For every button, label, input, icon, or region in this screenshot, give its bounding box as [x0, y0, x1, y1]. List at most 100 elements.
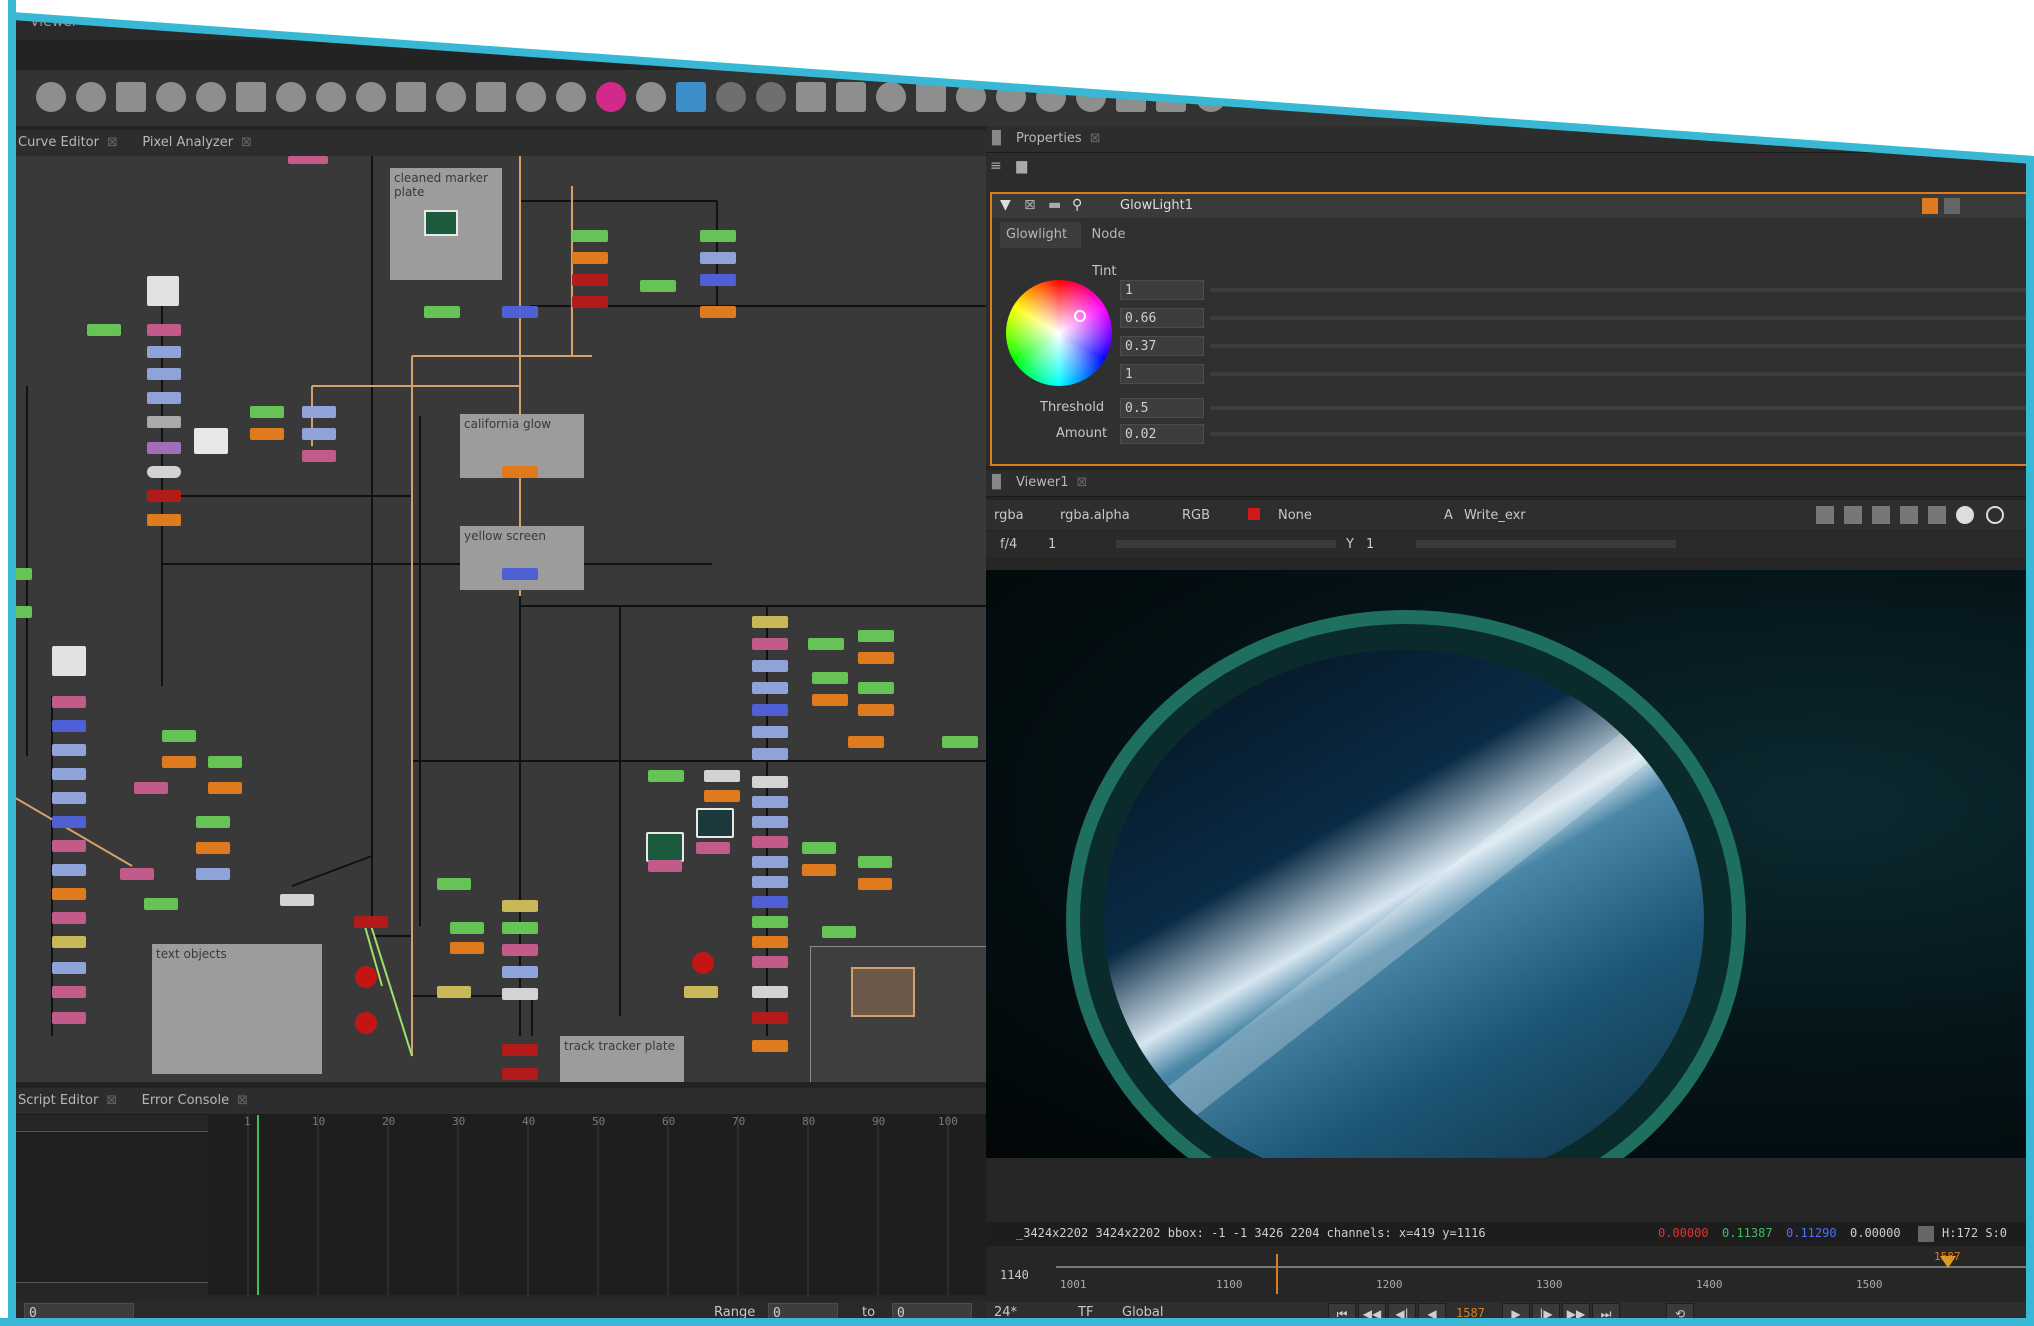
toolsets-icon[interactable] — [596, 82, 626, 112]
node-blue[interactable] — [302, 406, 336, 418]
keyer-icon[interactable] — [276, 82, 306, 112]
node-blue[interactable] — [52, 864, 86, 876]
frame-field[interactable]: 1587 — [1456, 1306, 1485, 1320]
node-green[interactable] — [208, 756, 242, 768]
node-purple[interactable] — [52, 986, 86, 998]
node-green[interactable] — [808, 638, 844, 650]
merge-node[interactable] — [355, 1012, 377, 1034]
viewer-option-icon[interactable] — [1928, 506, 1946, 524]
range-dropdown[interactable]: Global — [1122, 1305, 1163, 1320]
viewer-option-icon[interactable] — [1872, 506, 1890, 524]
node-red[interactable] — [502, 1044, 538, 1056]
prev-keyframe-button[interactable]: ◀◀ — [1358, 1303, 1386, 1325]
channel-icon[interactable] — [156, 82, 186, 112]
node-blue[interactable] — [752, 726, 788, 738]
furnace-icon[interactable] — [676, 82, 706, 112]
node-blue[interactable] — [752, 682, 788, 694]
node-purple[interactable] — [502, 944, 538, 956]
node-green[interactable] — [144, 898, 178, 910]
tint-r-slider[interactable] — [1210, 288, 2030, 292]
close-node-icon[interactable]: ⊠ — [1024, 197, 1036, 213]
node-green[interactable] — [640, 280, 676, 292]
node-blue[interactable] — [52, 768, 86, 780]
backdrop-yellow-screen[interactable]: yellow screen — [460, 526, 584, 590]
render-icon[interactable] — [1036, 82, 1066, 112]
tab-glowlight[interactable]: Glowlight — [1000, 222, 1082, 248]
merge-node[interactable] — [355, 966, 377, 988]
loop-button[interactable]: ⟲ — [1666, 1303, 1694, 1325]
metadata-icon[interactable] — [556, 82, 586, 112]
node-purple[interactable] — [752, 638, 788, 650]
lut-icon[interactable] — [876, 82, 906, 112]
node-name-field[interactable]: GlowLight1 — [1120, 198, 1193, 213]
node-blue[interactable] — [196, 868, 230, 880]
draw-icon[interactable] — [76, 82, 106, 112]
gamma-slider[interactable] — [1416, 540, 1676, 548]
colorspace-dropdown[interactable]: RGB — [1182, 508, 1210, 523]
node-orange[interactable] — [848, 736, 884, 748]
gamma-field[interactable]: 1 — [1366, 537, 1374, 552]
viewer-option-icon[interactable] — [1816, 506, 1834, 524]
ocio-icon[interactable] — [1196, 82, 1226, 112]
node-blue[interactable] — [752, 748, 788, 760]
particles-icon[interactable] — [436, 82, 466, 112]
threshold-field[interactable] — [1120, 398, 1204, 418]
tint-a-slider[interactable] — [1210, 372, 2030, 376]
play-backward-button[interactable]: ◀ — [1418, 1303, 1446, 1325]
viewer-node[interactable] — [194, 428, 228, 454]
node-green[interactable] — [858, 630, 894, 642]
tab-script-editor[interactable]: Script Editor ⊠ — [12, 1088, 131, 1114]
time-icon[interactable] — [116, 82, 146, 112]
node-green[interactable] — [802, 842, 836, 854]
minimize-icon[interactable]: ▬ — [1048, 197, 1061, 213]
node-green[interactable] — [700, 230, 736, 242]
minimap-viewport[interactable] — [851, 967, 915, 1017]
node-graph-minimap[interactable] — [810, 946, 986, 1082]
node-green[interactable] — [502, 922, 538, 934]
node-blue[interactable] — [52, 816, 86, 828]
node-blue[interactable] — [302, 428, 336, 440]
channel-dropdown[interactable]: rgba — [994, 508, 1024, 523]
node-orange[interactable] — [752, 1040, 788, 1052]
tab-viewer[interactable]: ▉ Viewer1 ⊠ — [986, 470, 1101, 496]
tint-g-field[interactable] — [1120, 308, 1204, 328]
node-orange[interactable] — [196, 842, 230, 854]
warp-icon[interactable] — [956, 82, 986, 112]
node-grey[interactable] — [752, 986, 788, 998]
node-purple[interactable] — [288, 156, 328, 164]
node-purple[interactable] — [134, 782, 168, 794]
node-blue[interactable] — [752, 876, 788, 888]
read-node[interactable] — [52, 646, 86, 676]
tint-b-slider[interactable] — [1210, 344, 2030, 348]
read-node[interactable] — [147, 276, 179, 306]
rgb-swatch[interactable] — [1248, 508, 1260, 520]
fstop-field[interactable]: f/4 — [1000, 537, 1017, 552]
node-red[interactable] — [752, 1012, 788, 1024]
node-green[interactable] — [752, 916, 788, 928]
node-orange[interactable] — [147, 514, 181, 526]
node-green[interactable] — [12, 606, 32, 618]
node-graph[interactable]: cleaned marker plate california glow yel… — [12, 156, 986, 1082]
dot-node[interactable] — [147, 466, 181, 478]
lock-icon[interactable]: ▆ — [1016, 158, 1027, 174]
timeline[interactable]: 1140 1587 1001 1100 1200 1300 1400 1500 — [986, 1250, 2034, 1300]
node-blue[interactable] — [147, 368, 181, 380]
node-blue[interactable] — [502, 306, 538, 318]
transform-icon[interactable] — [356, 82, 386, 112]
node-blue[interactable] — [52, 962, 86, 974]
next-frame-button[interactable]: |▶ — [1532, 1303, 1560, 1325]
node-green[interactable] — [572, 230, 608, 242]
node-grey[interactable] — [704, 770, 740, 782]
node-blue[interactable] — [700, 252, 736, 264]
node-purple[interactable] — [696, 842, 730, 854]
node-blue[interactable] — [52, 720, 86, 732]
node-orange[interactable] — [502, 466, 538, 478]
node-purple[interactable] — [120, 868, 154, 880]
timeline-track[interactable] — [1056, 1266, 2026, 1268]
node-purple[interactable] — [752, 956, 788, 968]
node-orange[interactable] — [752, 936, 788, 948]
node-purple[interactable] — [52, 1012, 86, 1024]
node-orange[interactable] — [572, 252, 608, 264]
read-node-thumbnail[interactable] — [424, 210, 458, 236]
first-frame-button[interactable]: ⏮ — [1328, 1303, 1356, 1325]
